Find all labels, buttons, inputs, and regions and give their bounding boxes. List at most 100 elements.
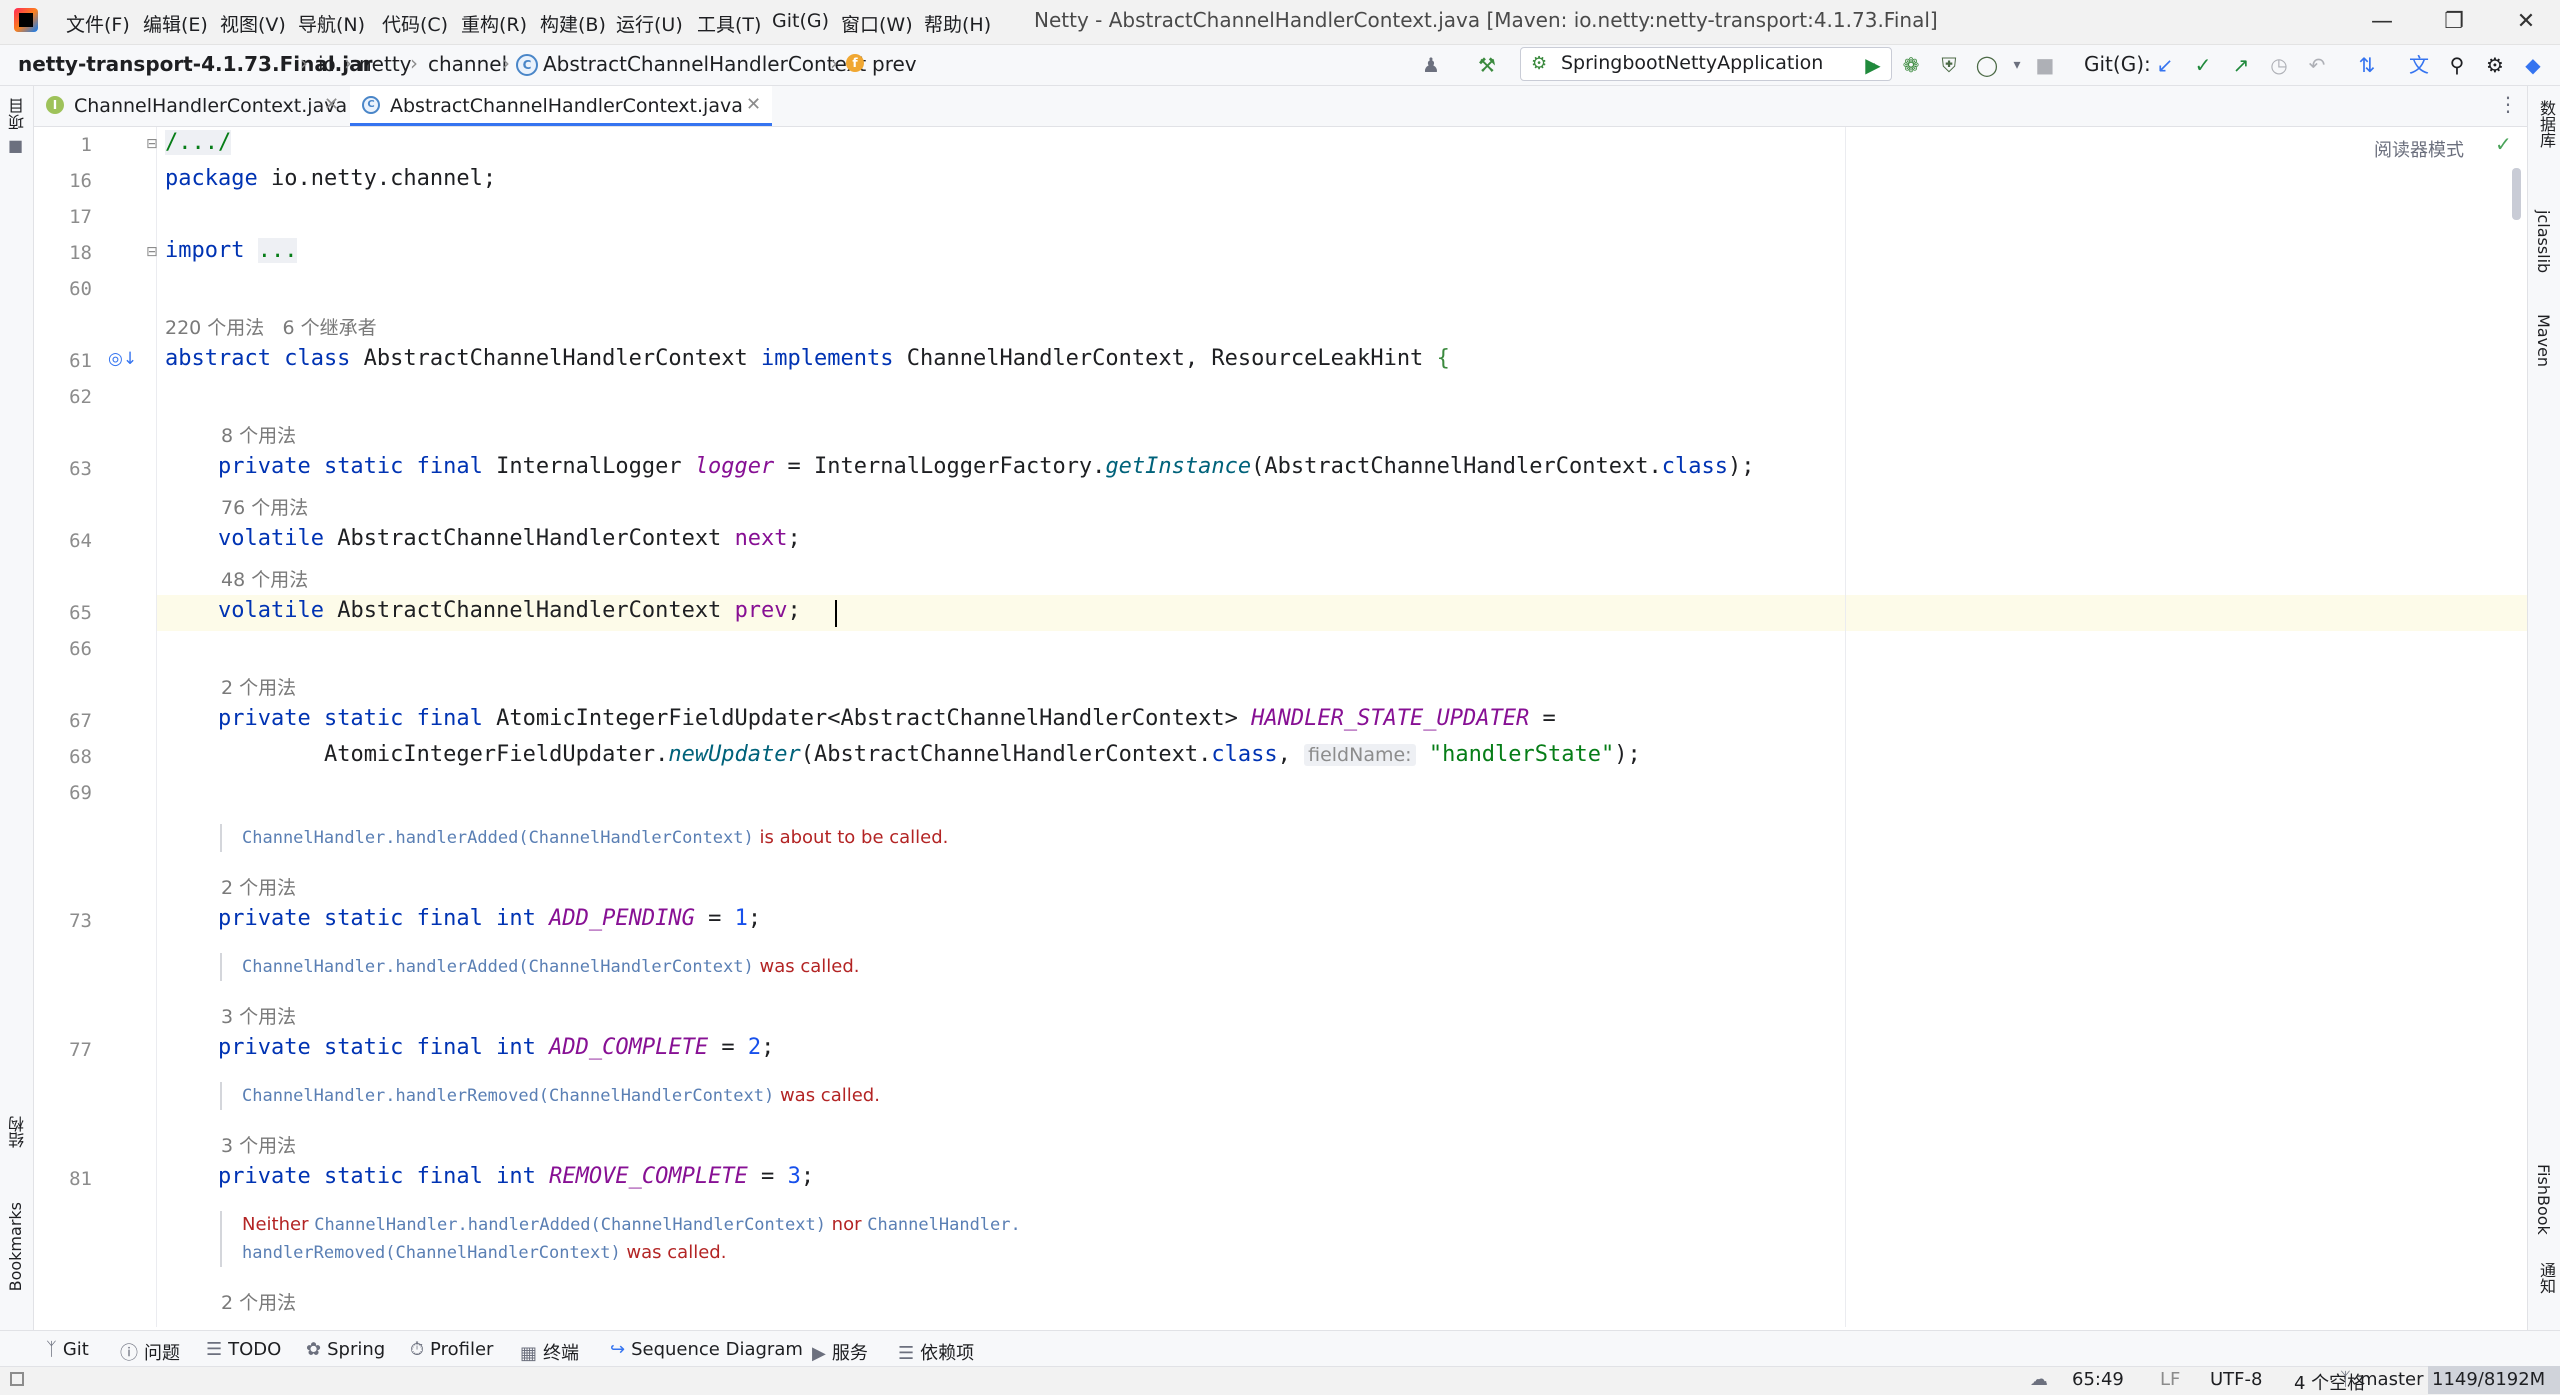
translate-icon[interactable]: 文 [2406, 52, 2432, 78]
menu-navigate[interactable]: 导航(N) [298, 10, 365, 37]
profile-icon[interactable]: ◯ [1974, 52, 2000, 78]
line-number: 73 [69, 910, 92, 932]
coverage-icon[interactable]: ⛨ [1936, 52, 1962, 78]
git-commit-icon[interactable]: ✓ [2190, 52, 2216, 78]
menu-git[interactable]: Git(G) [772, 10, 829, 32]
breadcrumb-class[interactable]: AbstractChannelHandlerContext [543, 52, 866, 76]
git-history-icon[interactable]: ◷ [2266, 52, 2292, 78]
git-label: Git(G): [2084, 52, 2151, 76]
line-number: 60 [69, 278, 92, 300]
indent-setting[interactable]: 4 个空格 [2294, 1369, 2365, 1395]
usages-hint[interactable]: 2 个用法 [221, 873, 296, 900]
search-icon[interactable]: ⚲ [2444, 52, 2470, 78]
project-tool-button[interactable]: 项目 [6, 98, 30, 130]
run-configuration-select[interactable]: ⚙ SpringbootNettyApplication ⌄ [1520, 47, 1892, 81]
usages-hint[interactable]: 48 个用法 [221, 565, 308, 592]
tab-label: ChannelHandlerContext.java [74, 95, 348, 117]
jclasslib-tool-button[interactable]: jclasslib [2534, 210, 2553, 273]
usages-hint[interactable]: 2 个用法 [221, 673, 296, 700]
vcs-icon[interactable]: ⇅ [2354, 52, 2380, 78]
tool-services[interactable]: ▶ 服务 [812, 1339, 868, 1365]
stop-icon[interactable]: ■ [2032, 52, 2058, 78]
line-number: 61 [69, 350, 92, 372]
maven-tool-button[interactable]: Maven [2534, 314, 2553, 367]
menu-refactor[interactable]: 重构(R) [461, 10, 527, 37]
fishbook-tool-button[interactable]: FishBook [2534, 1164, 2553, 1235]
terminal-icon: ▦ [520, 1343, 538, 1364]
fold-icon[interactable]: ⊟ [146, 244, 158, 260]
git-rollback-icon[interactable]: ↶ [2304, 52, 2330, 78]
cloud-sync-icon[interactable]: ☁ [2030, 1369, 2048, 1390]
settings-gear-icon[interactable]: ⚙ [2482, 52, 2508, 78]
tool-problems[interactable]: ⓘ 问题 [120, 1339, 180, 1365]
line-number: 17 [69, 206, 92, 228]
implemented-down-icon[interactable]: ◎↓ [108, 349, 137, 369]
menu-window[interactable]: 窗口(W) [841, 10, 913, 37]
tool-sequence-diagram[interactable]: ↪ Sequence Diagram [610, 1339, 803, 1360]
right-margin-guide [1845, 127, 1846, 1327]
close-window-icon[interactable]: ✕ [2496, 4, 2556, 40]
usages-hint[interactable]: 8 个用法 [221, 421, 296, 448]
file-encoding[interactable]: UTF-8 [2210, 1369, 2262, 1390]
memory-indicator[interactable]: 1149/8192M [2428, 1366, 2560, 1394]
tool-todo[interactable]: ☰ TODO [206, 1339, 281, 1360]
services-icon: ▶ [812, 1343, 826, 1364]
usages-hint[interactable]: 3 个用法 [221, 1131, 296, 1158]
user-icon[interactable]: ♟ [1418, 52, 1444, 78]
more-run-chevron-icon[interactable]: ▾ [2004, 52, 2030, 78]
close-tab-icon[interactable]: ✕ [746, 94, 761, 115]
menu-tools[interactable]: 工具(T) [697, 10, 761, 37]
menu-view[interactable]: 视图(V) [220, 10, 286, 37]
menu-file[interactable]: 文件(F) [66, 10, 130, 37]
usages-hint[interactable]: 2 个用法 [221, 1288, 296, 1315]
bookmarks-tool-button[interactable]: Bookmarks [6, 1202, 25, 1291]
line-number: 65 [69, 602, 92, 624]
breadcrumb-member[interactable]: prev [872, 52, 917, 76]
tool-spring[interactable]: ✿ Spring [306, 1339, 385, 1360]
tab-channelhandlercontext[interactable]: I ChannelHandlerContext.java ✕ [34, 86, 348, 126]
usages-hint[interactable]: 76 个用法 [221, 493, 308, 520]
structure-tool-button[interactable]: 结构 [6, 1116, 30, 1148]
breadcrumb-channel[interactable]: channel [428, 52, 507, 76]
dependencies-icon: ☰ [898, 1343, 915, 1364]
menu-code[interactable]: 代码(C) [382, 10, 448, 37]
tool-dependencies[interactable]: ☰ 依赖项 [898, 1339, 974, 1365]
reader-mode-button[interactable]: 阅读器模式 [2374, 136, 2464, 162]
git-branch[interactable]: master [2360, 1369, 2423, 1390]
git-push-icon[interactable]: ↗ [2228, 52, 2254, 78]
spring-icon: ✿ [306, 1339, 322, 1360]
caret-position[interactable]: 65:49 [2072, 1369, 2124, 1390]
notifications-tool-button[interactable]: 通知 [2534, 1262, 2558, 1294]
close-tab-icon[interactable]: ✕ [324, 94, 339, 115]
menu-run[interactable]: 运行(U) [616, 10, 683, 37]
usages-hint[interactable]: 3 个用法 [221, 1002, 296, 1029]
menu-build[interactable]: 构建(B) [540, 10, 606, 37]
run-icon[interactable]: ▶ [1860, 52, 1886, 78]
javadoc-block: ChannelHandler.handlerRemoved(ChannelHan… [220, 1082, 880, 1110]
code-line-16: package io.netty.channel; [165, 166, 497, 191]
fold-icon[interactable]: ⊟ [146, 136, 158, 152]
tool-git[interactable]: ᛉ Git [46, 1339, 89, 1360]
git-update-icon[interactable]: ↙ [2152, 52, 2178, 78]
build-hammer-icon[interactable]: ⚒ [1474, 52, 1500, 78]
toggle-tool-windows-icon[interactable] [10, 1372, 24, 1386]
tool-terminal[interactable]: ▦ 终端 [520, 1339, 579, 1365]
inspection-ok-icon[interactable]: ✓ [2495, 132, 2512, 156]
intellij-logo-icon[interactable] [14, 8, 38, 32]
line-separator[interactable]: LF [2160, 1369, 2180, 1390]
maximize-icon[interactable]: ❐ [2424, 4, 2484, 40]
menu-help[interactable]: 帮助(H) [924, 10, 991, 37]
class-icon: C [516, 54, 538, 76]
breadcrumb-netty[interactable]: netty [359, 52, 412, 76]
more-tabs-icon[interactable]: ⋮ [2498, 92, 2518, 116]
tool-profiler[interactable]: ⏱ Profiler [410, 1339, 493, 1360]
usages-hint[interactable]: 220 个用法 6 个继承者 [165, 313, 377, 340]
breadcrumb-io[interactable]: io [318, 52, 336, 76]
minimize-icon[interactable]: — [2352, 4, 2412, 40]
debug-icon[interactable]: ❁ [1898, 52, 1924, 78]
database-tool-button[interactable]: 数据库 [2534, 100, 2558, 148]
plugin-icon[interactable]: ◆ [2520, 52, 2546, 78]
tab-abstractchannelhandlercontext[interactable]: C AbstractChannelHandlerContext.java ✕ [350, 86, 772, 126]
menu-edit[interactable]: 编辑(E) [143, 10, 208, 37]
editor-scrollbar[interactable] [2512, 168, 2521, 220]
